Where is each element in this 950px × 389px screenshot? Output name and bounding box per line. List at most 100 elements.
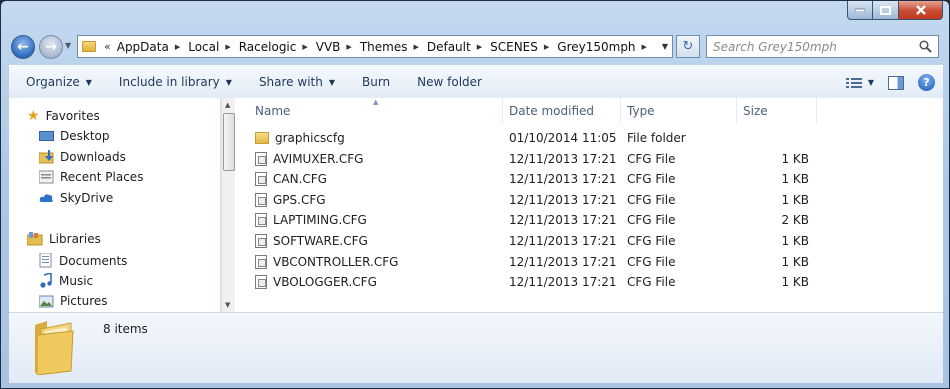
recent-pages-dropdown[interactable]: ▼ xyxy=(65,41,71,50)
file-name: AVIMUXER.CFG xyxy=(273,151,364,166)
refresh-icon: ↻ xyxy=(682,39,694,54)
minimize-button[interactable] xyxy=(847,1,873,20)
breadcrumb-chevron-icon[interactable]: ▶ xyxy=(346,43,351,51)
maximize-button[interactable] xyxy=(873,1,899,20)
nav-item-label: Music xyxy=(59,273,94,288)
overflow-chevron[interactable]: « xyxy=(104,40,111,53)
file-name: CAN.CFG xyxy=(273,172,327,187)
preview-pane-button[interactable] xyxy=(888,75,904,90)
file-size: 1 KB xyxy=(781,192,809,207)
nav-item-pictures[interactable]: Pictures xyxy=(39,294,108,308)
column-header-size[interactable]: Size xyxy=(737,98,817,123)
scroll-up-icon[interactable]: ▲ xyxy=(225,101,230,109)
file-list: Name Date modified Type Size ▲ graphicsc… xyxy=(235,98,943,312)
breadcrumb-item[interactable]: Default xyxy=(427,40,471,54)
nav-item-skydrive[interactable]: SkyDrive xyxy=(39,191,113,205)
header-spacer xyxy=(235,98,255,123)
file-icon xyxy=(255,254,267,269)
column-header-type[interactable]: Type xyxy=(621,98,737,123)
breadcrumb-item[interactable]: Grey150mph xyxy=(557,40,635,54)
include-in-library-button[interactable]: Include in library ▼ xyxy=(119,75,232,89)
folder-icon xyxy=(82,41,96,52)
nav-item-recent-places[interactable]: Recent Places xyxy=(39,170,143,184)
file-name: VBOLOGGER.CFG xyxy=(273,275,377,290)
breadcrumb-item[interactable]: Racelogic xyxy=(239,40,297,54)
file-row[interactable]: GPS.CFG 12/11/2013 17:21 CFG File 1 KB xyxy=(235,190,943,210)
file-row[interactable]: VBCONTROLLER.CFG 12/11/2013 17:21 CFG File… xyxy=(235,252,943,272)
sort-ascending-icon: ▲ xyxy=(373,98,379,106)
breadcrumb-chevron-icon[interactable]: ▶ xyxy=(413,43,418,51)
nav-item-music[interactable]: Music xyxy=(39,273,93,288)
file-type: CFG File xyxy=(627,172,676,187)
breadcrumb-item[interactable]: VVB xyxy=(316,40,341,54)
file-row[interactable]: VBOLOGGER.CFG 12/11/2013 17:21 CFG File 1 K… xyxy=(235,272,943,292)
column-header-date[interactable]: Date modified xyxy=(503,98,621,123)
file-row[interactable]: graphicscfg 01/10/2014 11:05 File folder xyxy=(235,128,943,148)
file-size: 1 KB xyxy=(781,151,809,166)
nav-item-documents[interactable]: Documents xyxy=(39,253,127,268)
column-header-name[interactable]: Name xyxy=(255,98,503,123)
organize-label: Organize xyxy=(26,75,80,89)
burn-button[interactable]: Burn xyxy=(362,75,390,89)
breadcrumb-chevron-icon[interactable]: ▶ xyxy=(175,43,180,51)
new-folder-button[interactable]: New folder xyxy=(417,75,482,89)
file-type: CFG File xyxy=(627,254,676,269)
file-row[interactable]: LAPTIMING.CFG 12/11/2013 17:21 CFG File 2 K… xyxy=(235,210,943,230)
item-count: 8 items xyxy=(103,322,148,336)
nav-item-label: Desktop xyxy=(60,129,110,143)
breadcrumb-item[interactable]: AppData xyxy=(117,40,169,54)
address-bar[interactable]: « AppData ▶ Local ▶ Racelogic ▶ VVB ▶ Themes ▶ Def… xyxy=(77,35,673,58)
help-button[interactable]: ? xyxy=(918,74,935,91)
change-view-button[interactable]: ▼ xyxy=(845,77,874,89)
scroll-down-icon[interactable]: ▼ xyxy=(225,301,230,309)
refresh-button[interactable]: ↻ xyxy=(676,35,700,58)
back-button[interactable]: ← xyxy=(11,35,35,59)
breadcrumb-chevron-icon[interactable]: ▶ xyxy=(302,43,307,51)
organize-button[interactable]: Organize ▼ xyxy=(26,75,92,89)
file-row[interactable]: CAN.CFG 12/11/2013 17:21 CFG File 1 KB xyxy=(235,169,943,189)
file-name: SOFTWARE.CFG xyxy=(273,234,368,248)
chevron-down-icon: ▼ xyxy=(867,78,874,87)
search-box[interactable]: Search Grey150mph xyxy=(706,35,939,58)
header-label: Date modified xyxy=(509,103,595,118)
burn-label: Burn xyxy=(362,75,391,89)
share-with-button[interactable]: Share with ▼ xyxy=(259,75,335,89)
breadcrumb-chevron-icon[interactable]: ▶ xyxy=(477,43,482,51)
date-modified: 12/11/2013 17:21 xyxy=(509,234,617,248)
navigation-scrollbar[interactable]: ▲ ▼ xyxy=(221,98,235,312)
nav-item-label: Downloads xyxy=(60,150,126,164)
close-button[interactable] xyxy=(899,1,943,20)
scrollbar-thumb[interactable] xyxy=(223,113,235,171)
recent-places-icon xyxy=(39,170,54,184)
downloads-icon xyxy=(39,150,54,164)
search-input[interactable]: Search Grey150mph xyxy=(713,40,837,54)
libraries-group[interactable]: Libraries xyxy=(27,232,101,246)
file-size: 1 KB xyxy=(781,172,809,187)
breadcrumb-chevron-icon[interactable]: ▶ xyxy=(225,43,230,51)
file-row[interactable]: AVIMUXER.CFG 12/11/2013 17:21 CFG File 1 KB xyxy=(235,149,943,169)
include-label: Include in library xyxy=(118,75,220,89)
address-dropdown[interactable]: ▼ xyxy=(662,42,668,51)
breadcrumb-chevron-icon[interactable]: ▶ xyxy=(642,43,647,51)
file-type: CFG File xyxy=(627,234,676,248)
favorites-group[interactable]: ★ Favorites xyxy=(27,108,100,124)
date-modified: 12/11/2013 17:21 xyxy=(509,275,617,290)
file-icon xyxy=(255,151,267,166)
breadcrumb-item[interactable]: SCENES xyxy=(490,40,538,54)
nav-item-desktop[interactable]: Desktop xyxy=(39,129,110,143)
breadcrumb-item[interactable]: Themes xyxy=(360,40,408,54)
file-icon xyxy=(255,172,267,187)
maximize-icon xyxy=(880,5,891,15)
forward-button[interactable]: → xyxy=(39,35,63,59)
date-modified: 12/11/2013 17:21 xyxy=(509,254,617,269)
date-modified: 01/10/2014 11:05 xyxy=(509,131,617,145)
file-type: File folder xyxy=(627,131,686,145)
file-name: GPS.CFG xyxy=(273,192,326,207)
file-name-cell: VBCONTROLLER.CFG xyxy=(255,254,398,269)
breadcrumb-chevron-icon[interactable]: ▶ xyxy=(544,43,549,51)
explorer-window: ← → ▼ « AppData ▶ Local ▶ Racelogic ▶ VVB ▶ Them… xyxy=(0,0,950,389)
nav-item-downloads[interactable]: Downloads xyxy=(39,150,126,164)
file-row[interactable]: SOFTWARE.CFG 12/11/2013 17:21 CFG File 1 KB xyxy=(235,231,943,251)
chevron-down-icon: ▼ xyxy=(225,77,232,87)
breadcrumb-item[interactable]: Local xyxy=(188,40,219,54)
